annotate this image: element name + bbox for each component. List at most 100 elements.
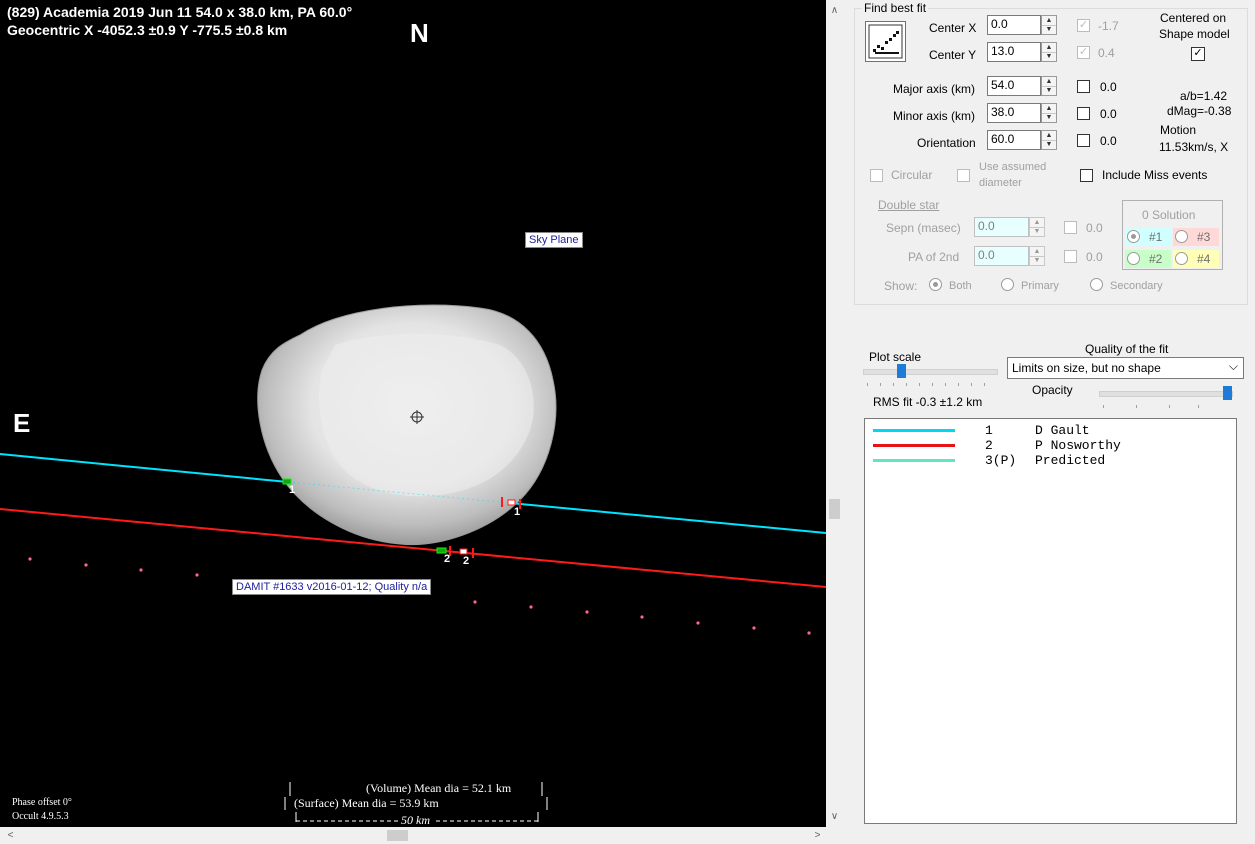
sepn-result: 0.0 [1086,221,1103,235]
pa2-checkbox[interactable] [1064,250,1077,263]
chord-1-reappear-marker [507,499,516,506]
legend-name: Predicted [1035,453,1106,468]
center-y-input[interactable]: 13.0 [987,42,1041,62]
damit-label: DAMIT #1633 v2016-01-12; Quality n/a [232,579,432,595]
solution-2-radio[interactable] [1127,252,1140,265]
legend-num: 2 [985,438,993,453]
chord-1-label-left: 1 [289,484,296,496]
plot-graphics [0,304,826,822]
use-assumed-label-2: diameter [979,177,1022,189]
show-primary-radio[interactable] [1001,278,1014,291]
scale-bar-label: 50 km [398,813,433,827]
center-x-spinner[interactable]: ▲ ▼ [1041,15,1057,35]
observer-legend-list[interactable]: 1 D Gault 2 P Nosworthy 3(P) Predicted [864,418,1237,824]
legend-line-3 [873,459,955,462]
plot-canvas[interactable]: (829) Academia 2019 Jun 11 54.0 x 38.0 k… [0,0,826,827]
solution-1-radio[interactable] [1127,230,1140,243]
plot-scale-thumb[interactable] [897,364,906,378]
scroll-up-icon[interactable]: ∧ [826,2,843,19]
chord-1-right [509,502,826,534]
center-x-checkbox[interactable]: ✓ [1077,19,1090,32]
sepn-label: Sepn (masec) [886,221,961,235]
double-star-title: Double star [878,198,940,212]
solution-1-label: #1 [1149,230,1163,244]
scroll-left-icon[interactable]: < [2,827,19,844]
volume-diameter: (Volume) Mean dia = 52.1 km [366,781,512,795]
minor-axis-result: 0.0 [1100,107,1117,121]
chord-1-left [0,453,289,483]
phase-offset: Phase offset 0° [12,797,72,808]
legend-name: P Nosworthy [1035,438,1121,453]
major-axis-checkbox[interactable] [1077,80,1090,93]
find-best-fit-button[interactable] [865,21,906,62]
sepn-checkbox[interactable] [1064,221,1077,234]
orientation-result: 0.0 [1100,134,1117,148]
chevron-down-icon: ⌵ [1228,359,1238,373]
legend-num: 1 [985,423,993,438]
center-x-input[interactable]: 0.0 [987,15,1041,35]
orientation-input[interactable]: 60.0 [987,130,1041,150]
quality-title: Quality of the fit [1085,342,1169,356]
quality-select[interactable]: Limits on size, but no shape ⌵ [1007,357,1244,379]
dmag-value: dMag=-0.38 [1167,104,1232,118]
solution-2[interactable]: #2 [1125,250,1171,268]
sky-plane-label: Sky Plane [525,232,583,248]
show-both-radio[interactable] [929,278,942,291]
sepn-spinner[interactable]: ▲ ▼ [1029,217,1045,237]
orientation-spinner[interactable]: ▲ ▼ [1041,130,1057,150]
scroll-right-icon[interactable]: > [809,827,826,844]
use-assumed-diameter-checkbox[interactable] [957,169,970,182]
opacity-label: Opacity [1032,383,1073,397]
pa2-label: PA of 2nd [908,250,960,264]
opacity-thumb[interactable] [1223,386,1232,400]
include-miss-checkbox[interactable] [1080,169,1093,182]
plot-scale-label: Plot scale [869,350,922,364]
horizontal-scrollbar[interactable]: < > [0,827,843,844]
major-axis-result: 0.0 [1100,80,1117,94]
center-y-spinner[interactable]: ▲ ▼ [1041,42,1057,62]
minor-axis-label: Minor axis (km) [893,109,976,123]
legend-num: 3(P) [985,453,1017,468]
find-best-fit-title: Find best fit [862,1,929,15]
center-y-label: Center Y [929,48,977,62]
circular-label: Circular [891,168,933,182]
vertical-scrollbar[interactable]: ∧ ∨ [826,0,843,827]
centered-on-shape-checkbox[interactable]: ✓ [1191,47,1205,61]
sepn-input[interactable]: 0.0 [974,217,1029,237]
major-axis-spinner[interactable]: ▲ ▼ [1041,76,1057,96]
show-secondary-radio[interactable] [1090,278,1103,291]
solution-3-radio[interactable] [1175,230,1188,243]
horizontal-scroll-thumb[interactable] [387,830,408,841]
vertical-scroll-thumb[interactable] [829,499,840,519]
ab-ratio: a/b=1.42 [1180,89,1228,103]
solution-4[interactable]: #4 [1173,250,1219,268]
scroll-down-icon[interactable]: ∨ [826,808,843,825]
center-y-result: 0.4 [1098,46,1115,60]
circular-checkbox[interactable] [870,169,883,182]
shape-model-label: Shape model [1159,27,1230,41]
legend-line-1 [873,429,955,432]
legend-name: D Gault [1035,423,1090,438]
plot-title-line2: Geocentric X -4052.3 ±0.9 Y -775.5 ±0.8 … [7,22,288,38]
north-label: N [410,18,429,48]
chord-2-reappear-marker [459,548,468,555]
centered-on-label: Centered on [1160,11,1227,25]
major-axis-input[interactable]: 54.0 [987,76,1041,96]
solution-3[interactable]: #3 [1173,228,1219,246]
solution-1[interactable]: #1 [1125,228,1171,246]
pa2-spinner[interactable]: ▲ ▼ [1029,246,1045,266]
minor-axis-checkbox[interactable] [1077,107,1090,120]
chord-2-label-left: 2 [444,553,451,565]
show-secondary-label: Secondary [1110,280,1163,292]
solution-4-radio[interactable] [1175,252,1188,265]
minor-axis-spinner[interactable]: ▲ ▼ [1041,103,1057,123]
opacity-track[interactable] [1099,391,1233,397]
show-primary-label: Primary [1021,280,1059,292]
plot-scale-track[interactable] [863,369,998,375]
pa2-input[interactable]: 0.0 [974,246,1029,266]
orientation-checkbox[interactable] [1077,134,1090,147]
minor-axis-input[interactable]: 38.0 [987,103,1041,123]
quality-selected-value: Limits on size, but no shape [1012,361,1161,375]
center-y-checkbox[interactable]: ✓ [1077,46,1090,59]
plot-title-line1: (829) Academia 2019 Jun 11 54.0 x 38.0 k… [7,4,353,20]
